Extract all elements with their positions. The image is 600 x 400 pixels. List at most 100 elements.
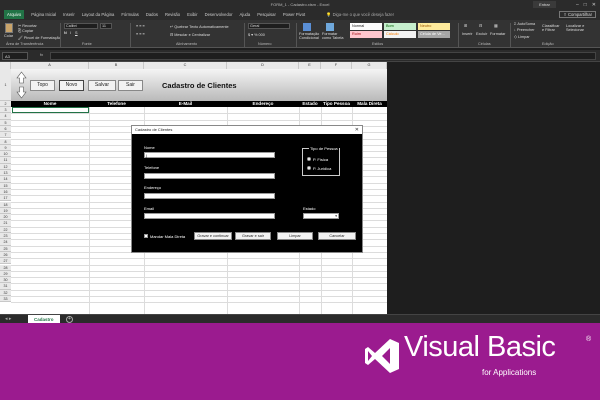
select-all-corner[interactable] xyxy=(0,62,11,69)
formula-input[interactable] xyxy=(50,52,596,60)
row-header[interactable]: 33 xyxy=(0,296,11,303)
menu-tab-pagina-inicial[interactable]: Página Inicial xyxy=(31,12,56,17)
merge-center-button[interactable]: ⊟ Mesclar e Centralizar xyxy=(170,32,210,37)
find-select-button[interactable]: Localizar e Selecionar xyxy=(566,24,590,32)
insert-cells-button[interactable]: Inserir xyxy=(462,32,473,36)
cadastro-dialog: Cadastro de Clientes ✕ Nome | Telefone E… xyxy=(131,125,363,253)
fill-button[interactable]: ↓ Preencher xyxy=(514,28,535,32)
paste-icon[interactable] xyxy=(5,23,13,33)
menu-tab-layout[interactable]: Layout da Página xyxy=(82,12,115,17)
autosum-button[interactable]: Σ AutoSoma xyxy=(514,22,535,26)
vb-subtitle: for Applications xyxy=(482,368,537,377)
menu-tab-arquivo[interactable]: Arquivo xyxy=(4,10,25,19)
number-format-select[interactable]: Geral xyxy=(248,23,290,29)
nome-input[interactable]: | xyxy=(144,152,275,158)
fx-icon[interactable]: fx xyxy=(40,52,43,57)
selected-cell[interactable] xyxy=(12,107,89,113)
format-painter-button[interactable]: 🖌 Pincel de Formatação xyxy=(18,35,61,40)
up-down-arrows-icon[interactable] xyxy=(16,71,27,99)
radio-juridica[interactable] xyxy=(307,166,311,170)
style-neutro[interactable]: Neutro xyxy=(418,23,450,30)
email-label: Email xyxy=(144,206,155,211)
signin-button[interactable]: Entrar xyxy=(533,1,556,8)
menu-tab-desenvolvedor[interactable]: Desenvolvedor xyxy=(205,12,233,17)
italic-icon[interactable]: I xyxy=(70,31,71,35)
style-calculo[interactable]: Cálculo xyxy=(384,31,416,38)
tell-me-text: Diga-me o que você deseja fazer xyxy=(332,11,395,17)
salvar-button[interactable]: Salvar xyxy=(88,80,116,91)
format-table-button[interactable]: Formatar como Tabela xyxy=(322,32,346,40)
dialog-title-bar[interactable]: Cadastro de Clientes ✕ xyxy=(132,126,362,134)
cut-button[interactable]: ✂ Recortar xyxy=(18,23,37,28)
estado-label: Estado xyxy=(303,206,316,211)
menu-tab-dados[interactable]: Dados xyxy=(146,12,158,17)
conditional-format-icon[interactable] xyxy=(303,23,311,31)
share-button[interactable]: ⇪ Compartilhar xyxy=(559,11,596,18)
menu-tab-ajuda[interactable]: Ajuda xyxy=(240,12,251,17)
radio-fisica[interactable] xyxy=(307,157,311,161)
col-header-d[interactable]: D xyxy=(227,62,299,69)
dialog-close-icon[interactable]: ✕ xyxy=(355,126,359,134)
style-bom[interactable]: Bom xyxy=(384,23,416,30)
format-cells-icon[interactable]: ▦ xyxy=(494,23,498,28)
gravar-sair-button[interactable]: Gravar e sair xyxy=(235,232,271,240)
cancelar-button[interactable]: Cancelar xyxy=(318,232,356,240)
align-top-icon[interactable]: ≡ ≡ ≡ xyxy=(136,24,145,28)
novo-button[interactable]: Novo xyxy=(59,80,84,91)
estado-select[interactable]: ▾ xyxy=(303,213,339,219)
limpar-button[interactable]: Limpar xyxy=(277,232,313,240)
telefone-input[interactable] xyxy=(144,173,275,179)
menu-tab-inserir[interactable]: Inserir xyxy=(63,12,75,17)
row-header[interactable]: 1 xyxy=(0,69,11,101)
menu-tab-revisao[interactable]: Revisão xyxy=(165,12,180,17)
col-header-g[interactable]: G xyxy=(352,62,387,69)
insert-cells-icon[interactable]: ⊞ xyxy=(464,23,467,28)
col-header-a[interactable]: A xyxy=(11,62,89,69)
conditional-format-button[interactable]: Formatação Condicional xyxy=(299,32,321,40)
gridline xyxy=(11,258,387,260)
delete-cells-icon[interactable]: ⊟ xyxy=(479,23,482,28)
clear-button[interactable]: ◇ Limpar xyxy=(514,34,530,39)
col-header-f[interactable]: F xyxy=(321,62,352,69)
col-header-e[interactable]: E xyxy=(299,62,321,69)
alignment-group-label: Alinhamento xyxy=(176,42,198,46)
mala-direta-label: Mandar Mala Direta xyxy=(150,234,186,239)
nome-label: Nome xyxy=(144,145,155,150)
col-title-endereco: Endereço xyxy=(252,101,274,106)
col-header-b[interactable]: B xyxy=(89,62,144,69)
currency-icon[interactable]: $ ▾ % 000 xyxy=(248,32,265,37)
underline-icon[interactable]: S xyxy=(75,31,78,35)
format-cells-button[interactable]: Formatar xyxy=(490,32,505,36)
email-input[interactable] xyxy=(144,213,275,219)
tell-me-search[interactable]: 💡 Diga-me o que você deseja fazer xyxy=(326,12,394,18)
style-ruim[interactable]: Ruim xyxy=(350,31,382,38)
style-normal[interactable]: Normal xyxy=(350,23,382,30)
align-left-icon[interactable]: ≡ ≡ ≡ xyxy=(136,32,145,36)
number-group-label: Número xyxy=(258,42,272,46)
font-name-select[interactable]: Calibri xyxy=(64,23,98,29)
menu-tab-power-pivot[interactable]: Power Pivot xyxy=(283,12,305,17)
gravar-continuar-button[interactable]: Gravar e continuar xyxy=(194,232,232,240)
endereco-input[interactable] xyxy=(144,193,275,199)
font-size-select[interactable]: 11 xyxy=(100,23,112,29)
menu-tab-formulas[interactable]: Fórmulas xyxy=(121,12,138,17)
copy-button[interactable]: ⎘ Copiar xyxy=(18,29,33,33)
sort-filter-button[interactable]: Classificar e Filtrar xyxy=(542,24,562,32)
col-header-c[interactable]: C xyxy=(144,62,227,69)
sair-button[interactable]: Sair xyxy=(118,80,143,91)
add-sheet-icon[interactable]: + xyxy=(66,316,73,323)
clipboard-group-label: Área de Transferência xyxy=(6,42,44,46)
menu-tab-pesquisar[interactable]: Pesquisar xyxy=(257,12,276,17)
paste-button[interactable]: Colar xyxy=(4,34,13,38)
tab-nav-arrows-icon[interactable]: ◂ ▸ xyxy=(5,316,11,322)
style-celula-ve[interactable]: Célula de Ve... xyxy=(418,31,450,38)
name-box[interactable]: A3 xyxy=(2,52,28,60)
menu-tab-exibir[interactable]: Exibir xyxy=(187,12,197,17)
mala-direta-checkbox[interactable] xyxy=(144,234,148,238)
col-title-tipo-pessoa: Tipo Pessoa xyxy=(323,101,350,106)
delete-cells-button[interactable]: Excluir xyxy=(476,32,487,36)
topo-button[interactable]: Topo xyxy=(30,80,55,91)
wrap-text-button[interactable]: ↵ Quebrar Texto Automaticamente xyxy=(170,24,229,29)
format-table-icon[interactable] xyxy=(326,23,334,31)
bold-icon[interactable]: N xyxy=(64,31,67,35)
